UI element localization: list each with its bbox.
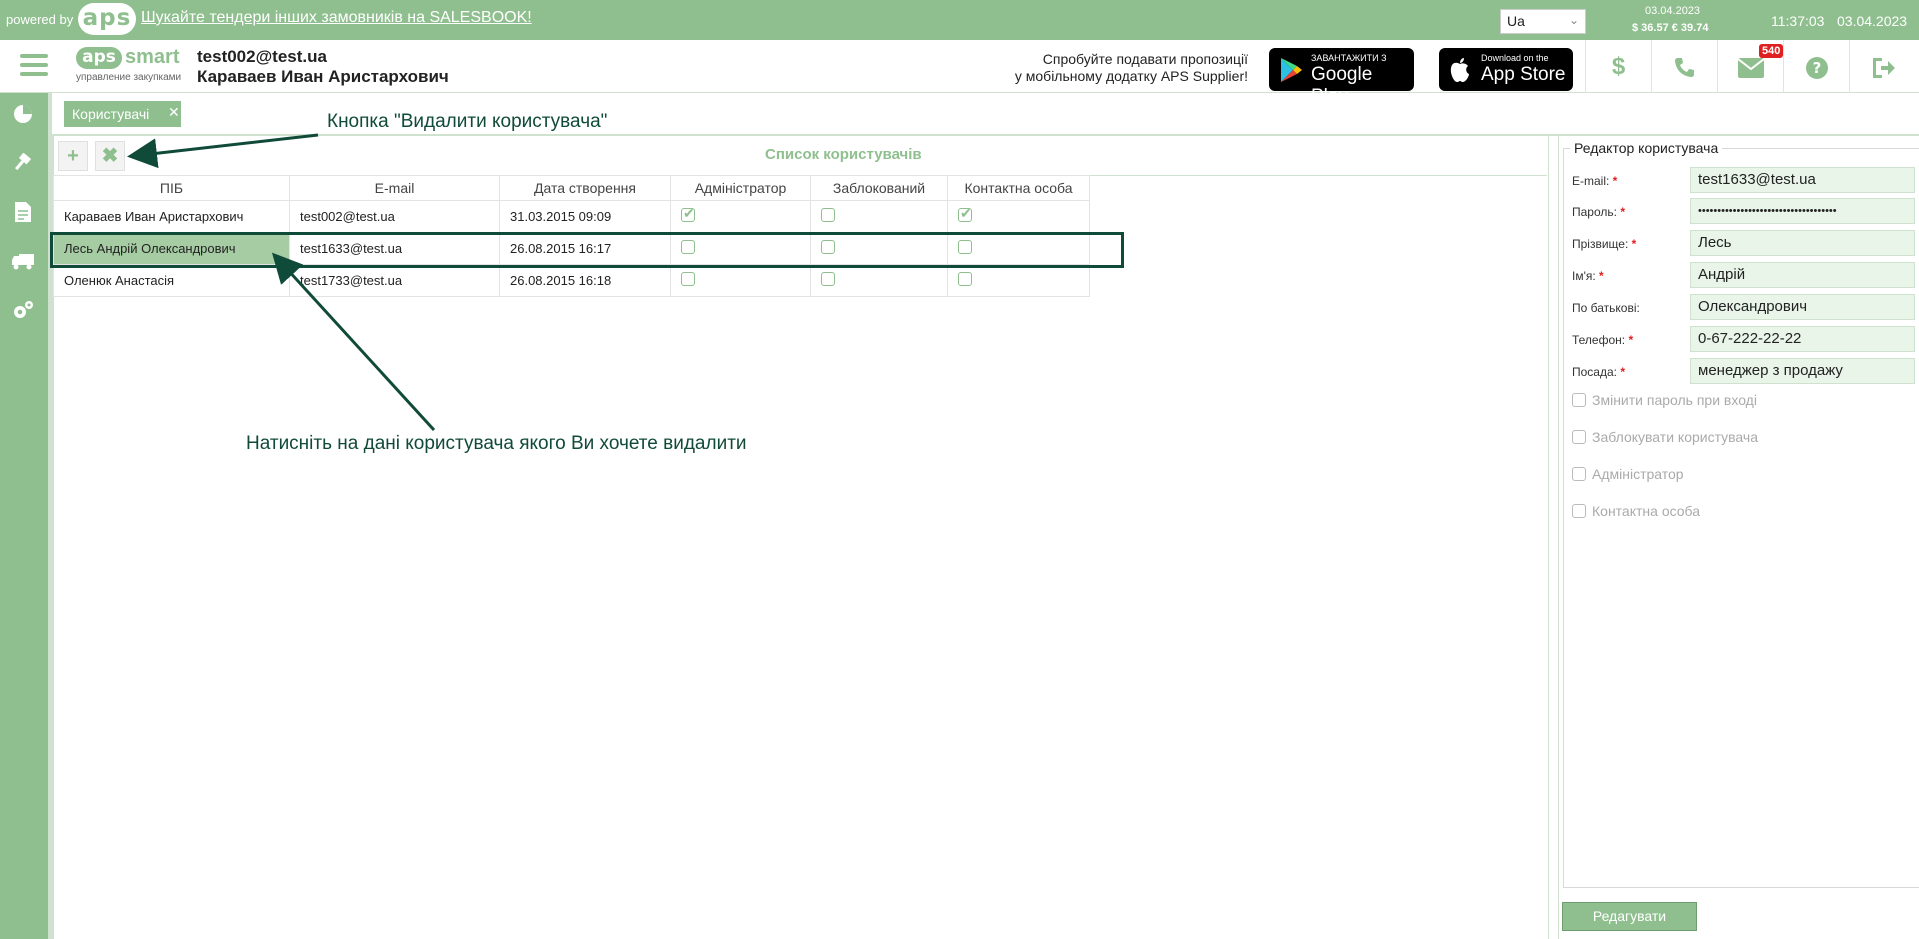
option-label: Заблокувати користувача bbox=[1592, 429, 1758, 445]
editor-option[interactable]: Адміністратор bbox=[1572, 466, 1684, 482]
required-marker: * bbox=[1625, 333, 1634, 347]
field-input[interactable]: test1633@test.ua bbox=[1690, 167, 1915, 193]
field-input[interactable]: Лесь bbox=[1690, 230, 1915, 256]
required-marker: * bbox=[1628, 237, 1637, 251]
field-input[interactable]: Андрій bbox=[1690, 262, 1915, 288]
option-label: Адміністратор bbox=[1592, 466, 1684, 482]
option-label: Змінити пароль при вході bbox=[1592, 392, 1757, 408]
required-marker: * bbox=[1609, 174, 1618, 188]
field-label: Телефон: * bbox=[1572, 333, 1633, 347]
field-label: Посада: * bbox=[1572, 365, 1625, 379]
option-checkbox[interactable] bbox=[1572, 467, 1586, 481]
field-label-text: Пароль: bbox=[1572, 205, 1617, 219]
option-label: Контактна особа bbox=[1592, 503, 1701, 519]
field-label: Прізвище: * bbox=[1572, 237, 1636, 251]
field-input[interactable]: менеджер з продажу bbox=[1690, 358, 1915, 384]
delete-button-arrow bbox=[127, 133, 319, 169]
field-input[interactable]: 0-67-222-22-22 bbox=[1690, 326, 1915, 352]
editor-option[interactable]: Змінити пароль при вході bbox=[1572, 392, 1757, 408]
click-row-arrow bbox=[271, 252, 436, 432]
field-label: E-mail: * bbox=[1572, 174, 1617, 188]
editor-option[interactable]: Контактна особа bbox=[1572, 503, 1700, 519]
click-row-annotation: Натисніть на дані користувача якого Ви х… bbox=[246, 433, 747, 454]
field-label-text: Прізвище: bbox=[1572, 237, 1629, 251]
required-marker: * bbox=[1616, 205, 1625, 219]
field-label-text: Посада: bbox=[1572, 365, 1617, 379]
field-label: Пароль: * bbox=[1572, 205, 1625, 219]
editor-option[interactable]: Заблокувати користувача bbox=[1572, 429, 1758, 445]
field-label-text: E-mail: bbox=[1572, 174, 1610, 188]
field-label-text: По батькові: bbox=[1572, 301, 1640, 315]
required-marker: * bbox=[1595, 269, 1604, 283]
option-checkbox[interactable] bbox=[1572, 504, 1586, 518]
required-marker: * bbox=[1616, 365, 1625, 379]
field-input[interactable]: •••••••••••••••••••••••••••••••••••• bbox=[1690, 198, 1915, 224]
editor-title: Редактор користувача bbox=[1570, 140, 1723, 156]
delete-button-annotation: Кнопка "Видалити користувача" bbox=[327, 111, 608, 132]
option-checkbox[interactable] bbox=[1572, 430, 1586, 444]
option-checkbox[interactable] bbox=[1572, 393, 1586, 407]
field-input[interactable]: Олександрович bbox=[1690, 294, 1915, 320]
field-label-text: Ім'я: bbox=[1572, 269, 1596, 283]
field-label-text: Телефон: bbox=[1572, 333, 1626, 347]
field-label: Ім'я: * bbox=[1572, 269, 1604, 283]
edit-button[interactable]: Редагувати bbox=[1562, 902, 1697, 931]
field-label: По батькові: bbox=[1572, 301, 1640, 315]
